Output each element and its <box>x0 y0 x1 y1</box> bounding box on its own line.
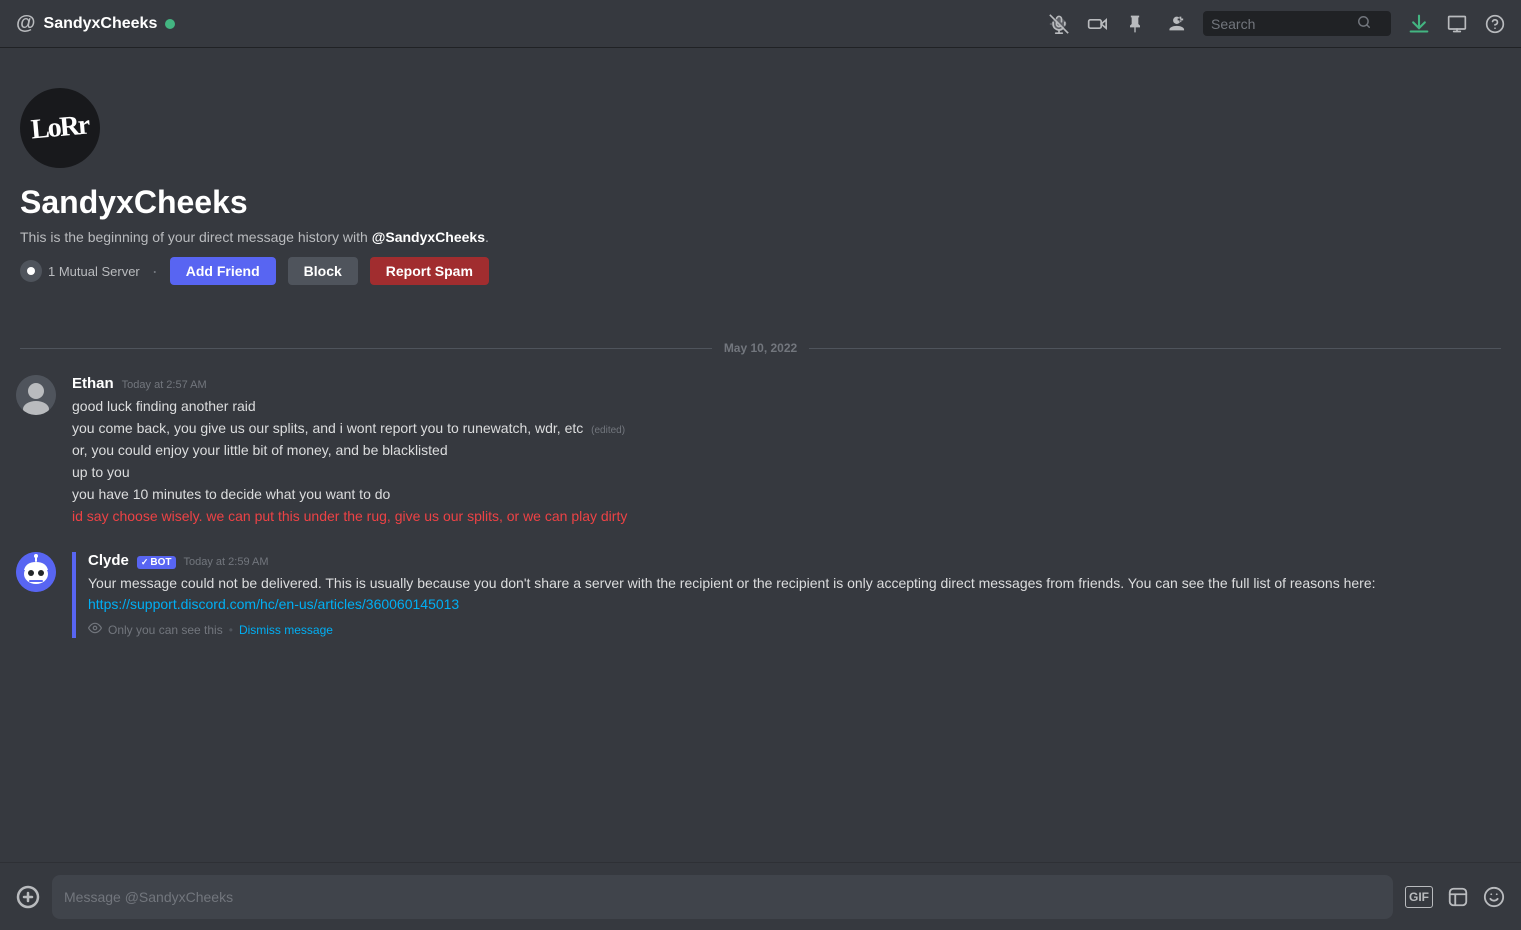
download-icon[interactable] <box>1409 14 1429 34</box>
top-header: @ SandyxCheeks <box>0 0 1521 48</box>
dm-profile-header: LoRr SandyxCheeks This is the beginning … <box>0 48 1521 325</box>
video-icon[interactable] <box>1087 14 1107 34</box>
date-divider-text: May 10, 2022 <box>724 341 797 355</box>
search-icon <box>1357 15 1371 32</box>
clyde-username: Clyde <box>88 552 129 569</box>
bot-check-icon: ✓ <box>141 557 149 568</box>
ethan-message-body: Ethan Today at 2:57 AM good luck finding… <box>72 375 1505 528</box>
message-group-clyde: Clyde ✓ BOT Today at 2:59 AM Your messag… <box>16 548 1505 642</box>
mutual-server-info: 1 Mutual Server <box>20 260 140 282</box>
add-friend-button[interactable]: Add Friend <box>170 257 276 285</box>
dm-profile-name: SandyxCheeks <box>20 184 1501 221</box>
report-spam-button[interactable]: Report Spam <box>370 257 489 285</box>
clyde-message-header: Clyde ✓ BOT Today at 2:59 AM <box>88 552 1505 569</box>
clyde-line-1: Your message could not be delivered. Thi… <box>88 573 1505 615</box>
dm-at-icon: @ <box>16 12 36 35</box>
help-icon[interactable] <box>1485 14 1505 34</box>
eye-icon <box>88 621 102 638</box>
mutual-server-count: 1 Mutual Server <box>48 264 140 279</box>
ephemeral-separator: • <box>229 623 233 637</box>
clyde-avatar <box>16 552 56 592</box>
ethan-line-5: you have 10 minutes to decide what you w… <box>72 484 1505 505</box>
message-input-placeholder: Message @SandyxCheeks <box>64 889 233 905</box>
date-divider-line-right <box>809 348 1501 349</box>
clyde-ephemeral-info: Only you can see this • Dismiss message <box>88 621 1505 638</box>
sticker-icon[interactable] <box>1447 886 1469 908</box>
dm-description: This is the beginning of your direct mes… <box>20 229 1501 245</box>
ephemeral-text: Only you can see this <box>108 623 223 637</box>
dm-desc-end: . <box>485 229 489 245</box>
dm-avatar-text: LoRr <box>30 110 90 147</box>
header-left: @ SandyxCheeks <box>16 12 175 35</box>
pin-icon[interactable] <box>1125 14 1145 34</box>
clyde-timestamp: Today at 2:59 AM <box>184 556 269 568</box>
ethan-message-header: Ethan Today at 2:57 AM <box>72 375 1505 392</box>
date-divider-line-left <box>20 348 712 349</box>
discord-support-link[interactable]: https://support.discord.com/hc/en-us/art… <box>88 596 459 612</box>
block-button[interactable]: Block <box>288 257 358 285</box>
ethan-line-3: or, you could enjoy your little bit of m… <box>72 440 1505 461</box>
add-friend-icon[interactable] <box>1163 13 1185 35</box>
emoji-icon[interactable] <box>1483 886 1505 908</box>
popout-icon[interactable] <box>1447 14 1467 34</box>
bottom-bar: Message @SandyxCheeks GIF <box>0 862 1521 930</box>
separator-dot: · <box>152 262 158 280</box>
dm-desc-start: This is the beginning of your direct mes… <box>20 229 372 245</box>
voice-mute-icon[interactable] <box>1049 14 1069 34</box>
header-right <box>1049 11 1505 36</box>
clyde-message-body: Clyde ✓ BOT Today at 2:59 AM Your messag… <box>72 552 1505 638</box>
ethan-line-1: good luck finding another raid <box>72 396 1505 417</box>
ethan-avatar <box>16 375 56 415</box>
edited-tag: (edited) <box>591 425 625 436</box>
ethan-timestamp: Today at 2:57 AM <box>122 379 207 391</box>
date-divider: May 10, 2022 <box>20 341 1501 355</box>
message-group-ethan: Ethan Today at 2:57 AM good luck finding… <box>16 371 1505 532</box>
ethan-username: Ethan <box>72 375 114 392</box>
messages-container: Ethan Today at 2:57 AM good luck finding… <box>0 371 1521 646</box>
header-username: SandyxCheeks <box>44 15 158 33</box>
dm-desc-handle: @SandyxCheeks <box>372 229 485 245</box>
gif-icon[interactable]: GIF <box>1405 886 1433 908</box>
dismiss-message-link[interactable]: Dismiss message <box>239 623 333 637</box>
ethan-line-6: id say choose wisely. we can put this un… <box>72 506 1505 527</box>
ethan-line-2: you come back, you give us our splits, a… <box>72 418 1505 439</box>
dm-mutual-actions: 1 Mutual Server · Add Friend Block Repor… <box>20 257 1501 285</box>
message-input-box[interactable]: Message @SandyxCheeks <box>52 875 1393 919</box>
ethan-line-4: up to you <box>72 462 1505 483</box>
plus-icon[interactable] <box>16 885 40 909</box>
search-box[interactable] <box>1203 11 1391 36</box>
search-input[interactable] <box>1211 16 1351 32</box>
right-bottom-icons: GIF <box>1405 886 1505 908</box>
mutual-server-icon <box>20 260 42 282</box>
main-content: LoRr SandyxCheeks This is the beginning … <box>0 48 1521 862</box>
online-status-dot <box>165 19 175 29</box>
bot-badge: ✓ BOT <box>137 556 176 569</box>
dm-avatar: LoRr <box>20 88 100 168</box>
